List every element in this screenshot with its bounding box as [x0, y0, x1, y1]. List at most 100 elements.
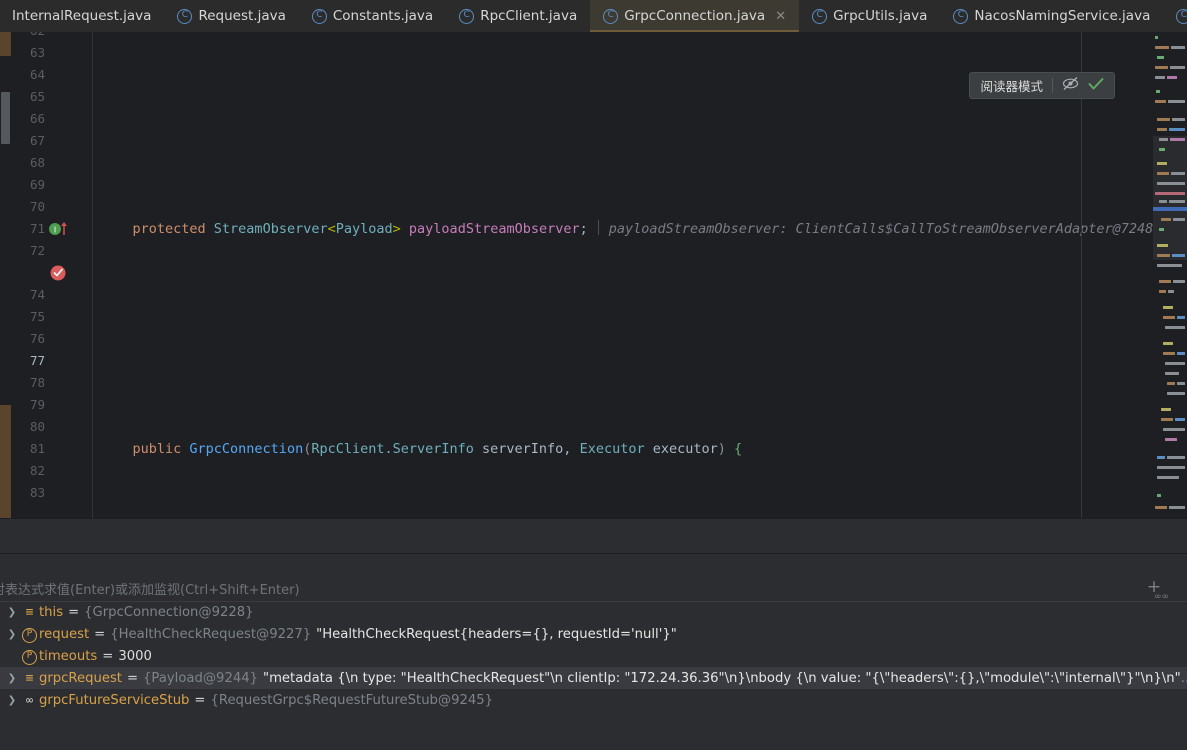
code-minimap[interactable] — [1153, 32, 1187, 518]
variable-row-request[interactable]: ❯ P request = {HealthCheckRequest@9227} … — [0, 623, 1187, 645]
code-line-65: public GrpcConnection(RpcClient.ServerIn… — [100, 441, 743, 457]
add-watch-icon[interactable]: + ∞∞ — [1143, 579, 1169, 603]
variable-value: "HealthCheckRequest{headers={}, requestI… — [316, 626, 677, 642]
reader-mode-label: 阅读器模式 — [980, 79, 1043, 94]
equals-sign: = — [194, 692, 206, 708]
tab-grpcconnection[interactable]: C GrpcConnection.java ✕ — [590, 0, 800, 32]
class-icon: C — [953, 8, 969, 24]
close-icon[interactable]: ✕ — [775, 9, 786, 24]
variable-row-grpcrequest[interactable]: ❯ ≡ grpcRequest = {Payload@9244} "metada… — [0, 667, 1187, 689]
minimap-viewport[interactable] — [1153, 136, 1187, 260]
tab-grpcutils[interactable]: C GrpcUtils.java — [799, 0, 940, 32]
eye-off-icon[interactable] — [1062, 76, 1079, 95]
editor-gutter[interactable]: 62 63 64 65 66 67 68 69 70 71 I 72 — [11, 32, 79, 518]
line-number: 82 — [29, 463, 45, 478]
code-editor[interactable]: 62 63 64 65 66 67 68 69 70 71 I 72 — [0, 32, 1187, 518]
this-icon: ≡ — [25, 604, 34, 620]
line-number: 72 — [29, 243, 45, 258]
class-icon: C — [177, 8, 193, 24]
line-number: 71 — [29, 221, 45, 236]
tab-naminggrpcclientproxy[interactable]: C NamingGrpcClientProxy.java — [1163, 0, 1187, 32]
class-icon: C — [311, 8, 327, 24]
variable-row-grpcfutureservicestub[interactable]: ❯ ∞ grpcFutureServiceStub = {RequestGrpc… — [0, 689, 1187, 711]
evaluate-expression-placeholder: 对表达式求值(Enter)或添加监视(Ctrl+Shift+Enter) — [0, 583, 300, 598]
variable-value: "metadata {\n type: "HealthCheckRequest"… — [263, 670, 1181, 686]
tab-label: Constants.java — [332, 8, 434, 24]
tooltip-divider — [1052, 78, 1053, 93]
code-text-area[interactable]: protected StreamObserver<Payload> payloa… — [79, 32, 1187, 518]
line-number: 65 — [29, 89, 45, 104]
tab-label: NacosNamingService.java — [974, 8, 1151, 24]
tab-rpcclient[interactable]: C RpcClient.java — [446, 0, 590, 32]
line-number: 66 — [29, 111, 45, 126]
line-number: 78 — [29, 375, 45, 390]
variables-vertical-scrollbar[interactable] — [1178, 601, 1187, 750]
variable-type: {Payload@9244} — [143, 670, 259, 686]
line-number: 68 — [29, 155, 45, 170]
tab-label: InternalRequest.java — [12, 8, 152, 24]
variable-name: grpcFutureServiceStub — [39, 692, 190, 708]
expand-arrow-icon[interactable]: ❯ — [4, 695, 20, 706]
code-line-63: protected StreamObserver<Payload> payloa… — [100, 220, 1154, 237]
code-folding-column[interactable] — [79, 32, 93, 518]
tab-label: Request.java — [198, 8, 286, 24]
variable-row-timeouts[interactable]: ❯ P timeouts = 3000 — [0, 645, 1187, 667]
breakpoint-icon[interactable] — [47, 262, 77, 284]
minimap-current-line — [1153, 207, 1187, 211]
line-number: 69 — [29, 177, 45, 192]
line-number: 74 — [29, 287, 45, 302]
variable-type: {RequestGrpc$RequestFutureStub@9245} — [210, 692, 494, 708]
reader-mode-tooltip[interactable]: 阅读器模式 — [969, 72, 1115, 99]
expand-arrow-icon[interactable]: ❯ — [4, 607, 20, 618]
expand-arrow-icon[interactable]: ❯ — [4, 673, 20, 684]
variable-row-this[interactable]: ❯ ≡ this = {GrpcConnection@9228} — [0, 601, 1187, 623]
parameter-icon: P — [20, 647, 39, 665]
evaluate-expression-bar[interactable]: 对表达式求值(Enter)或添加监视(Ctrl+Shift+Enter) + ∞∞ — [0, 576, 1187, 602]
right-margin-guide — [1081, 32, 1082, 518]
line-number: 79 — [29, 397, 45, 412]
variable-type: {HealthCheckRequest@9227} — [110, 626, 312, 642]
line-number-current: 77 — [29, 353, 45, 368]
tab-label: GrpcUtils.java — [833, 8, 928, 24]
ide-window: InternalRequest.java C Request.java C Co… — [0, 0, 1187, 750]
line-number: 76 — [29, 331, 45, 346]
variable-value: 3000 — [118, 648, 152, 664]
override-method-icon[interactable]: I — [47, 218, 77, 240]
inspections-ok-icon[interactable] — [1088, 77, 1104, 95]
debugger-variables-panel[interactable]: 对表达式求值(Enter)或添加监视(Ctrl+Shift+Enter) + ∞∞… — [0, 576, 1187, 750]
line-number: 83 — [29, 485, 45, 500]
line-number: 81 — [29, 441, 45, 456]
inline-hint: payloadStreamObserver: ClientCalls$CallT… — [608, 221, 1154, 237]
tab-label: GrpcConnection.java — [624, 8, 766, 24]
equals-sign: = — [68, 604, 80, 620]
line-number: 75 — [29, 309, 45, 324]
tool-window-splitter[interactable] — [0, 518, 1187, 576]
line-number: 70 — [29, 199, 45, 214]
tab-internalrequest[interactable]: InternalRequest.java — [0, 0, 164, 32]
class-icon: C — [812, 8, 828, 24]
field-icon: ∞ — [25, 693, 34, 707]
tab-label: RpcClient.java — [480, 8, 578, 24]
class-icon: C — [603, 8, 619, 24]
equals-sign: = — [126, 670, 139, 686]
line-number: 62 — [5, 32, 45, 42]
line-number: 80 — [29, 419, 45, 434]
tab-nacosnamingservice[interactable]: C NacosNamingService.java — [940, 0, 1163, 32]
expand-arrow-icon[interactable]: ❯ — [4, 629, 20, 640]
tab-request[interactable]: C Request.java — [164, 0, 298, 32]
equals-sign: = — [94, 626, 106, 642]
variables-list[interactable]: ❯ ≡ this = {GrpcConnection@9228} ❯ P req… — [0, 601, 1187, 750]
variable-name: request — [39, 626, 90, 642]
divider — [0, 518, 1187, 519]
variable-name: timeouts — [39, 648, 98, 664]
tab-constants[interactable]: C Constants.java — [299, 0, 446, 32]
local-variable-icon: ≡ — [25, 670, 34, 686]
divider — [0, 553, 1187, 554]
parameter-icon: P — [20, 625, 39, 643]
expand-arrow-placeholder: ❯ — [4, 651, 20, 662]
source-code[interactable]: protected StreamObserver<Payload> payloa… — [92, 32, 1187, 518]
equals-sign: = — [102, 648, 114, 664]
editor-tab-bar: InternalRequest.java C Request.java C Co… — [0, 0, 1187, 33]
line-number: 63 — [29, 45, 45, 60]
